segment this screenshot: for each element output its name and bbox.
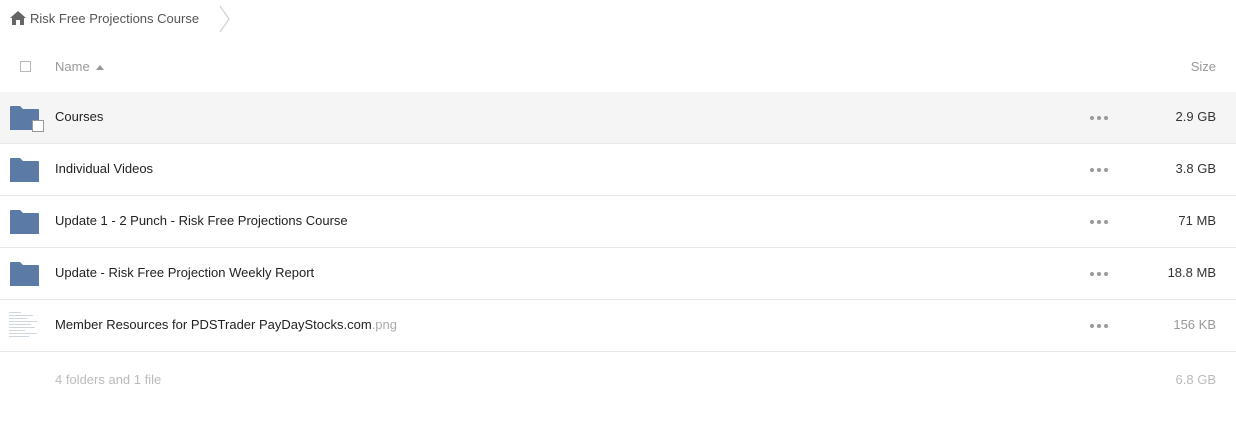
file-size: 71 MB — [1178, 213, 1216, 228]
file-row[interactable]: Individual Videos 3.8 GB — [0, 144, 1236, 196]
file-row[interactable]: Update 1 - 2 Punch - Risk Free Projectio… — [0, 196, 1236, 248]
breadcrumb-separator-icon — [219, 5, 230, 33]
more-options-icon[interactable] — [1090, 220, 1108, 224]
file-name[interactable]: Update 1 - 2 Punch - Risk Free Projectio… — [55, 213, 348, 228]
name-column-label: Name — [55, 59, 90, 74]
select-all-checkbox[interactable] — [20, 61, 31, 72]
file-name[interactable]: Update - Risk Free Projection Weekly Rep… — [55, 265, 314, 280]
file-row[interactable]: Update - Risk Free Projection Weekly Rep… — [0, 248, 1236, 300]
folder-icon — [10, 210, 39, 234]
name-column-header[interactable]: Name — [55, 59, 104, 74]
file-list: Courses 2.9 GB Individual Videos 3.8 GB … — [0, 92, 1236, 352]
more-options-icon[interactable] — [1090, 168, 1108, 172]
size-column-header[interactable]: Size — [1191, 59, 1216, 74]
folder-icon — [10, 158, 39, 182]
file-name[interactable]: Member Resources for PDSTrader PayDaySto… — [55, 317, 397, 332]
items-summary: 4 folders and 1 file — [55, 372, 162, 387]
file-name[interactable]: Individual Videos — [55, 161, 153, 176]
file-size: 2.9 GB — [1175, 109, 1216, 124]
sort-ascending-icon — [95, 64, 104, 70]
home-icon[interactable] — [10, 11, 26, 25]
file-size: 3.8 GB — [1175, 161, 1216, 176]
file-size: 18.8 MB — [1167, 265, 1216, 280]
total-size: 6.8 GB — [1175, 372, 1216, 387]
file-size: 156 KB — [1173, 317, 1216, 332]
more-options-icon[interactable] — [1090, 324, 1108, 328]
image-thumbnail-icon — [9, 310, 39, 340]
more-options-icon[interactable] — [1090, 116, 1108, 120]
more-options-icon[interactable] — [1090, 272, 1108, 276]
file-list-header: Name Size — [0, 42, 1236, 93]
folder-icon — [10, 262, 39, 286]
breadcrumb-current[interactable]: Risk Free Projections Course — [30, 11, 199, 26]
file-row[interactable]: Member Resources for PDSTrader PayDaySto… — [0, 300, 1236, 352]
row-select-checkbox[interactable] — [32, 120, 44, 132]
file-name[interactable]: Courses — [55, 109, 103, 124]
file-row[interactable]: Courses 2.9 GB — [0, 92, 1236, 144]
